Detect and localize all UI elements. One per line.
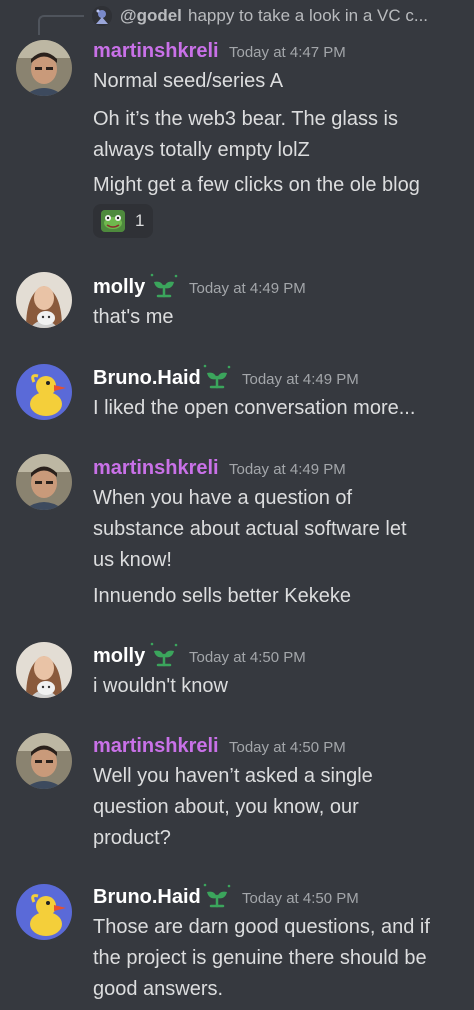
avatar[interactable] xyxy=(16,454,72,510)
message-line: us know! xyxy=(93,549,172,571)
timestamp: Today at 4:50 PM xyxy=(189,649,306,666)
username[interactable]: Bruno.Haid xyxy=(93,367,201,390)
frog-emoji-icon xyxy=(101,210,125,232)
timestamp: Today at 4:50 PM xyxy=(229,739,346,756)
message-line: Might get a few clicks on the ole blog xyxy=(93,174,420,196)
reply-username[interactable]: @godel xyxy=(120,6,182,26)
message-line: question about, you know, our xyxy=(93,796,359,818)
message-line: good answers. xyxy=(93,978,224,1000)
sprout-badge-icon xyxy=(203,883,231,908)
message-line: that's me xyxy=(93,306,174,328)
message-line: substance about actual software let xyxy=(93,518,407,540)
message-line: i wouldn't know xyxy=(93,675,228,697)
username[interactable]: martinshkreli xyxy=(93,735,219,758)
message-line: always totally empty lolZ xyxy=(93,139,310,161)
avatar[interactable] xyxy=(16,642,72,698)
timestamp: Today at 4:49 PM xyxy=(229,461,346,478)
avatar[interactable] xyxy=(16,40,72,96)
message-line: Well you haven’t asked a single xyxy=(93,765,373,787)
reply-preview[interactable]: @godel happy to take a look in a VC c... xyxy=(0,0,474,35)
timestamp: Today at 4:49 PM xyxy=(189,280,306,297)
reaction-count: 1 xyxy=(135,211,145,230)
message-line: Normal seed/series A xyxy=(93,70,284,92)
avatar[interactable] xyxy=(16,884,72,940)
message-line: Innuendo sells better Kekeke xyxy=(93,585,351,607)
message-line: I liked the open conversation more... xyxy=(93,397,416,419)
message-line: Oh it’s the web3 bear. The glass is xyxy=(93,108,398,130)
avatar[interactable] xyxy=(16,733,72,789)
reaction-button[interactable]: 1 xyxy=(93,204,153,238)
sprout-badge-icon xyxy=(203,364,231,389)
message-line: Those are darn good questions, and if xyxy=(93,916,430,938)
sprout-badge-icon xyxy=(150,642,178,667)
reply-avatar xyxy=(92,6,112,26)
username[interactable]: molly xyxy=(93,276,145,299)
username[interactable]: martinshkreli xyxy=(93,457,219,480)
message-line: product? xyxy=(93,827,171,849)
reply-spine xyxy=(38,15,84,35)
username[interactable]: Bruno.Haid xyxy=(93,886,201,909)
timestamp: Today at 4:49 PM xyxy=(242,371,359,388)
message-line: When you have a question of xyxy=(93,487,353,509)
username[interactable]: martinshkreli xyxy=(93,40,219,63)
username[interactable]: molly xyxy=(93,645,145,668)
timestamp: Today at 4:47 PM xyxy=(229,44,346,61)
sprout-badge-icon xyxy=(150,273,178,298)
avatar[interactable] xyxy=(16,272,72,328)
message-line: the project is genuine there should be xyxy=(93,947,427,969)
avatar[interactable] xyxy=(16,364,72,420)
reply-text: happy to take a look in a VC c... xyxy=(188,6,429,25)
timestamp: Today at 4:50 PM xyxy=(242,890,359,907)
